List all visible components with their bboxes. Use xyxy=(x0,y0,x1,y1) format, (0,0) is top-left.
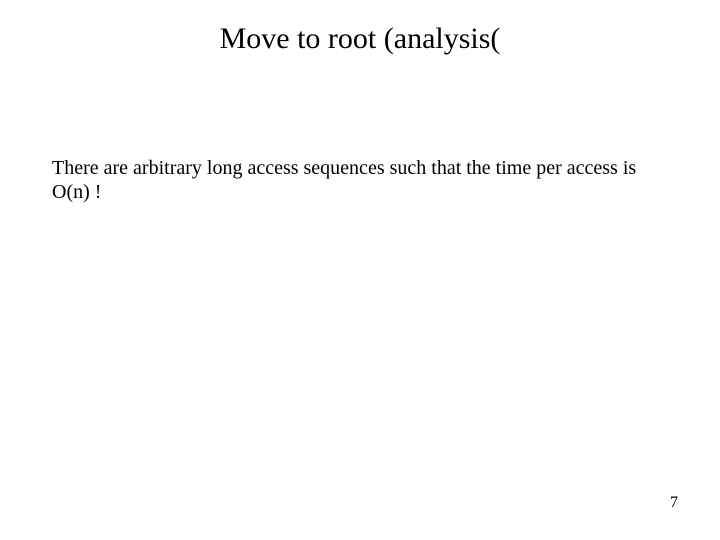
page-number: 7 xyxy=(670,494,678,512)
slide-title: Move to root (analysis( xyxy=(0,22,720,56)
slide-body-text: There are arbitrary long access sequence… xyxy=(52,157,640,204)
slide: Move to root (analysis( There are arbitr… xyxy=(0,0,720,540)
